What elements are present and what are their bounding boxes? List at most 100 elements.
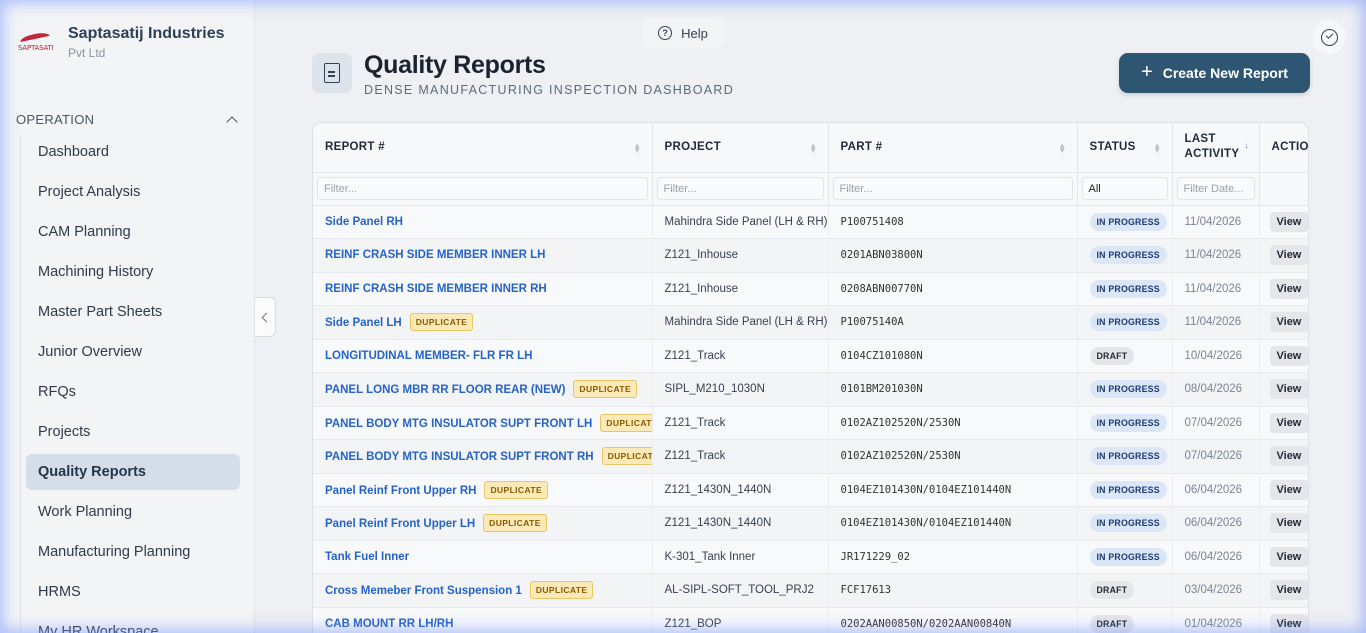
table-row[interactable]: Panel Reinf Front Upper RH DUPLICATE Z121_…	[313, 473, 1308, 507]
status-badge: IN PROGRESS	[1089, 313, 1167, 332]
sidebar-item-hrms[interactable]: HRMS	[26, 574, 240, 610]
view-button[interactable]: View	[1269, 580, 1308, 601]
create-new-report-button[interactable]: + Create New Report	[1119, 53, 1310, 93]
table-row[interactable]: Panel Reinf Front Upper LH DUPLICATE Z121_…	[313, 506, 1308, 541]
view-button[interactable]: View	[1269, 211, 1308, 232]
filter-date-input[interactable]	[1176, 177, 1255, 200]
section-operation-toggle[interactable]: OPERATION	[16, 112, 240, 128]
help-icon: ?	[658, 26, 673, 40]
report-link[interactable]: CAB MOUNT RR LH/RH	[325, 618, 453, 630]
last-activity-cell: 03/04/2026	[1172, 573, 1260, 608]
filter-report-input[interactable]	[317, 177, 648, 200]
column-header-part[interactable]: PART # ▲ ▼	[828, 123, 1078, 173]
sidebar-item-manufacturing-planning[interactable]: Manufacturing Planning	[26, 534, 240, 570]
reports-table-container[interactable]: REPORT # ▲ ▼ PROJECT ▲ ▼ PART # ▲ ▼ STATUS ▲ ▼ L…	[312, 122, 1309, 633]
filter-part-input[interactable]	[832, 177, 1073, 200]
status-cell: IN PROGRESS	[1077, 272, 1173, 306]
action-cell: View	[1259, 406, 1308, 440]
report-cell: Panel Reinf Front Upper RH DUPLICATE	[313, 473, 653, 507]
report-link[interactable]: Panel Reinf Front Upper LH	[325, 518, 475, 530]
report-link[interactable]: PANEL LONG MBR RR FLOOR REAR (NEW)	[325, 384, 565, 396]
report-cell: PANEL LONG MBR RR FLOOR REAR (NEW) DUPLIC…	[313, 372, 653, 407]
view-button[interactable]: View	[1269, 379, 1308, 400]
sidebar-item-rfqs[interactable]: RFQs	[26, 374, 240, 410]
report-link[interactable]: REINF CRASH SIDE MEMBER INNER RH	[325, 283, 547, 295]
column-header-report[interactable]: REPORT # ▲ ▼	[313, 123, 653, 173]
report-cell: Side Panel RH	[313, 205, 653, 239]
document-icon	[312, 53, 352, 93]
column-header-project[interactable]: PROJECT ▲ ▼	[652, 123, 829, 173]
table-row[interactable]: Tank Fuel Inner K-301_Tank Inner JR171229_…	[313, 540, 1308, 574]
report-link[interactable]: Cross Memeber Front Suspension 1	[325, 585, 522, 597]
table-row[interactable]: Cross Memeber Front Suspension 1 DUPLICAT…	[313, 573, 1308, 608]
view-button[interactable]: View	[1269, 412, 1308, 433]
view-button[interactable]: View	[1269, 312, 1308, 333]
view-button[interactable]: View	[1269, 479, 1308, 500]
page-subtitle: DENSE MANUFACTURING INSPECTION DASHBOARD	[364, 83, 735, 97]
status-cell: IN PROGRESS	[1077, 238, 1173, 273]
task-status-button[interactable]	[1312, 20, 1346, 54]
company-name: Saptasatij Industries	[68, 25, 225, 42]
action-cell: View	[1259, 205, 1308, 239]
sidebar-item-project-analysis[interactable]: Project Analysis	[26, 174, 240, 210]
help-label: Help	[681, 25, 708, 41]
status-cell: IN PROGRESS	[1077, 506, 1173, 541]
table-row[interactable]: Side Panel LH DUPLICATE Mahindra Side Pane…	[313, 305, 1308, 340]
sidebar-item-quality-reports[interactable]: Quality Reports	[26, 454, 240, 490]
report-link[interactable]: REINF CRASH SIDE MEMBER INNER LH	[325, 249, 545, 261]
project-cell: Z121_1430N_1440N	[652, 473, 829, 507]
sidebar-item-dashboard[interactable]: Dashboard	[26, 134, 240, 170]
report-link[interactable]: PANEL BODY MTG INSULATOR SUPT FRONT RH	[325, 451, 594, 463]
report-link[interactable]: Tank Fuel Inner	[325, 551, 409, 563]
view-button[interactable]: View	[1269, 546, 1308, 567]
sort-icon: ▲ ▼	[1153, 141, 1162, 155]
sidebar-item-junior-overview[interactable]: Junior Overview	[26, 334, 240, 370]
sidebar-item-cam-planning[interactable]: CAM Planning	[26, 214, 240, 250]
action-cell: View	[1259, 305, 1308, 340]
view-button[interactable]: View	[1269, 446, 1308, 467]
table-row[interactable]: PANEL BODY MTG INSULATOR SUPT FRONT LH DU…	[313, 406, 1308, 440]
table-row[interactable]: REINF CRASH SIDE MEMBER INNER LH Z121_Inh…	[313, 238, 1308, 273]
status-badge: DRAFT	[1089, 614, 1135, 633]
status-cell: IN PROGRESS	[1077, 540, 1173, 574]
report-link[interactable]: Side Panel RH	[325, 216, 403, 228]
status-badge: IN PROGRESS	[1089, 447, 1167, 466]
report-link[interactable]: PANEL BODY MTG INSULATOR SUPT FRONT LH	[325, 418, 592, 430]
sidebar-item-machining-history[interactable]: Machining History	[26, 254, 240, 290]
table-row[interactable]: LONGITUDINAL MEMBER- FLR FR LH Z121_Track…	[313, 339, 1308, 373]
table-row[interactable]: Side Panel RH Mahindra Side Panel (LH & R…	[313, 205, 1308, 239]
table-row[interactable]: PANEL BODY MTG INSULATOR SUPT FRONT RH DU…	[313, 439, 1308, 474]
last-activity-cell: 01/04/2026	[1172, 607, 1260, 633]
collapse-sidebar-button[interactable]	[255, 297, 276, 337]
filter-project-input[interactable]	[656, 177, 824, 200]
company-logo: SAPTASATI	[18, 30, 54, 60]
table-row[interactable]: REINF CRASH SIDE MEMBER INNER RH Z121_Inh…	[313, 272, 1308, 306]
report-link[interactable]: LONGITUDINAL MEMBER- FLR FR LH	[325, 350, 532, 362]
table-row[interactable]: CAB MOUNT RR LH/RH Z121_BOP 0202AAN00850N/…	[313, 607, 1308, 633]
view-button[interactable]: View	[1269, 613, 1308, 633]
status-badge: IN PROGRESS	[1089, 480, 1167, 499]
sidebar-item-my-hr-workspace[interactable]: My HR Workspace	[26, 614, 240, 633]
section-label: OPERATION	[16, 112, 95, 127]
status-badge: IN PROGRESS	[1089, 380, 1167, 399]
filter-status-select[interactable]: All	[1081, 177, 1168, 200]
sidebar-item-work-planning[interactable]: Work Planning	[26, 494, 240, 530]
part-cell: 0201ABN03800N	[828, 238, 1078, 273]
column-header-last-activity[interactable]: LAST ACTIVITY ↓	[1172, 123, 1260, 173]
brand[interactable]: SAPTASATI Saptasatij Industries Pvt Ltd	[18, 24, 225, 60]
sort-icon: ▲ ▼	[633, 141, 642, 155]
column-header-status[interactable]: STATUS ▲ ▼	[1077, 123, 1173, 173]
column-header-action: ACTION	[1259, 123, 1308, 173]
view-button[interactable]: View	[1269, 245, 1308, 266]
part-cell: FCF17613	[828, 573, 1078, 608]
table-row[interactable]: PANEL LONG MBR RR FLOOR REAR (NEW) DUPLIC…	[313, 372, 1308, 407]
report-link[interactable]: Side Panel LH	[325, 317, 402, 329]
help-button[interactable]: ? Help	[642, 18, 724, 48]
view-button[interactable]: View	[1269, 278, 1308, 299]
view-button[interactable]: View	[1269, 345, 1308, 366]
view-button[interactable]: View	[1269, 513, 1308, 534]
report-link[interactable]: Panel Reinf Front Upper RH	[325, 485, 476, 497]
sidebar-item-projects[interactable]: Projects	[26, 414, 240, 450]
sidebar-item-master-part-sheets[interactable]: Master Part Sheets	[26, 294, 240, 330]
sort-desc-icon: ↓	[1244, 141, 1249, 150]
